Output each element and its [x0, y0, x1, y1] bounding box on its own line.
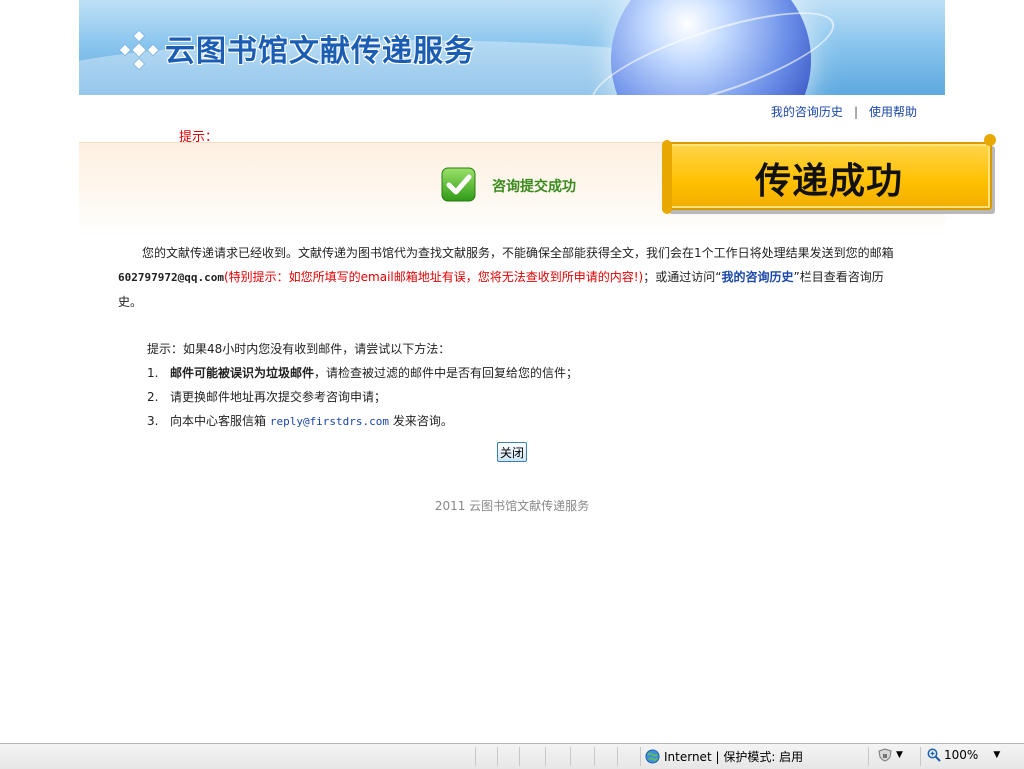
- tip-number: 1.: [147, 366, 159, 380]
- help-link[interactable]: 使用帮助: [869, 105, 917, 119]
- security-control[interactable]: ▼: [877, 748, 903, 762]
- zone-text: Internet | 保护模式: 启用: [664, 750, 804, 764]
- status-cell: [617, 747, 618, 766]
- message-part-2: ；或通过访问“: [643, 270, 722, 284]
- security-zone[interactable]: Internet | 保护模式: 启用: [645, 748, 803, 765]
- tip-text-post: 发来咨询。: [389, 414, 453, 428]
- banner-globe-ring: [582, 0, 844, 95]
- tip-text: 请更换邮件地址再次提交参考咨询申请；: [170, 390, 387, 404]
- status-cell: [594, 747, 595, 766]
- zoom-control[interactable]: 100% ▼: [927, 748, 1000, 762]
- my-history-link[interactable]: 我的咨询历史: [771, 105, 843, 119]
- browser-status-bar: Internet | 保护模式: 启用 ▼ 100% ▼: [0, 743, 1024, 769]
- green-check-icon: [441, 167, 476, 202]
- user-email: 602797972@qq.com: [118, 271, 224, 284]
- history-inline-link[interactable]: 我的咨询历史: [721, 270, 793, 284]
- diamond-cluster-icon: [119, 30, 159, 70]
- ribbon-curl-right: [984, 134, 996, 146]
- shield-lock-icon: [878, 748, 892, 762]
- tip-bold: 邮件可能被误识为垃圾邮件: [170, 366, 315, 380]
- status-cell: [570, 747, 571, 766]
- site-title: 云图书馆文献传递服务: [165, 34, 475, 69]
- status-cell: [868, 747, 869, 766]
- magnifier-icon: [927, 748, 941, 762]
- link-separator: |: [853, 105, 858, 119]
- status-cell: [545, 747, 546, 766]
- status-cell: [519, 747, 520, 766]
- tip-item: 2. 请更换邮件地址再次提交参考咨询申请；: [147, 385, 578, 409]
- message-part-1: 您的文献传递请求已经收到。文献传递为图书馆代为查找文献服务，不能确保全部能获得全…: [142, 246, 894, 260]
- tip-item: 1. 邮件可能被误识为垃圾邮件，请检查被过滤的邮件中是否有回复给您的信件；: [147, 361, 578, 385]
- header-banner: 云图书馆文献传递服务: [79, 0, 945, 95]
- status-cell: [497, 747, 498, 766]
- confirmation-message: 您的文献传递请求已经收到。文献传递为图书馆代为查找文献服务，不能确保全部能获得全…: [118, 241, 900, 314]
- status-cell: [640, 747, 641, 766]
- zoom-level: 100%: [944, 748, 979, 762]
- status-cell: [920, 747, 921, 766]
- banner-globe: [582, 0, 844, 95]
- tip-text-pre: 向本中心客服信箱: [170, 414, 270, 428]
- top-links: 我的咨询历史 | 使用帮助: [771, 103, 917, 120]
- close-button[interactable]: 关闭: [497, 442, 527, 462]
- chevron-down-icon: ▼: [896, 750, 903, 760]
- success-message: 咨询提交成功: [492, 179, 576, 195]
- email-warning: (特别提示：如您所填写的email邮箱地址有误，您将无法查收到所申请的内容!): [223, 270, 644, 284]
- tip-number: 2.: [147, 390, 159, 404]
- tip-text: ，请检查被过滤的邮件中是否有回复给您的信件；: [314, 366, 579, 380]
- status-cell: [475, 747, 476, 766]
- service-email: reply@firstdrs.com: [269, 415, 390, 428]
- globe-icon: [645, 749, 660, 764]
- tip-item: 3. 向本中心客服信箱 reply@firstdrs.com 发来咨询。: [147, 409, 578, 434]
- chevron-down-icon: ▼: [993, 750, 1001, 760]
- tip-number: 3.: [147, 414, 159, 428]
- footer-copyright: 2011 云图书馆文献传递服务: [434, 499, 590, 513]
- ribbon-text: 传递成功: [754, 161, 903, 202]
- tips-intro: 提示：如果48小时内您没有收到邮件，请尝试以下方法：: [147, 342, 451, 356]
- tips-section: 提示：如果48小时内您没有收到邮件，请尝试以下方法： 1. 邮件可能被误识为垃圾邮…: [147, 337, 578, 434]
- delivery-success-ribbon: 传递成功: [662, 134, 996, 214]
